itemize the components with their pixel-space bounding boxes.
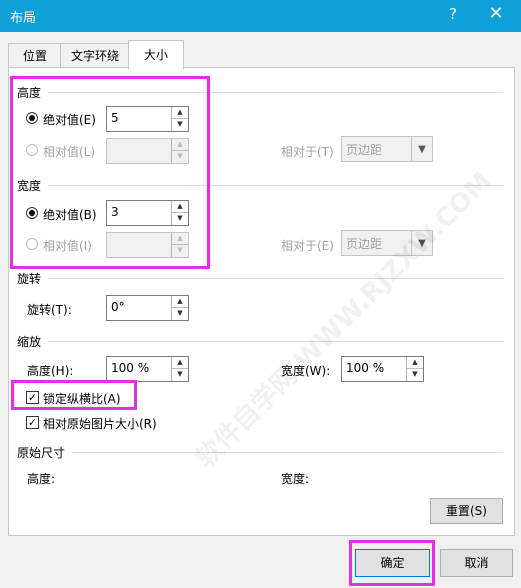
scale-width-value: 100 % xyxy=(346,361,385,375)
height-relative-to-label: 相对于(T) xyxy=(281,145,334,159)
tab-label: 位置 xyxy=(22,49,47,63)
original-height-label: 高度: xyxy=(27,472,56,486)
increment-icon[interactable]: ▲ xyxy=(172,296,188,308)
scale-section-label: 缩放 xyxy=(17,335,42,349)
reset-button[interactable]: 重置(S) xyxy=(430,498,503,524)
scale-height-value: 100 % xyxy=(111,361,150,375)
relative-original-label: 相对原始图片大小(R) xyxy=(43,417,157,431)
original-section-label: 原始尺寸 xyxy=(17,446,66,460)
decrement-icon[interactable]: ▼ xyxy=(172,308,188,320)
tab-text-wrapping[interactable]: 文字环绕 xyxy=(60,43,130,68)
title-bar: 布局 ? ✕ xyxy=(0,0,521,32)
scale-width-stepper[interactable]: 100 % ▲ ▼ xyxy=(341,356,424,382)
stepper-buttons: ▲ ▼ xyxy=(171,296,188,320)
select-value: 页边距 xyxy=(346,143,383,157)
stepper-buttons: ▲ ▼ xyxy=(171,357,188,381)
height-relative-to-select[interactable]: 页边距 ▼ xyxy=(341,136,433,162)
rotation-value: 0° xyxy=(111,300,125,314)
decrement-icon[interactable]: ▼ xyxy=(407,369,423,381)
rotation-section-label: 旋转 xyxy=(17,272,42,286)
tab-label: 文字环绕 xyxy=(70,49,119,63)
chevron-down-icon: ▼ xyxy=(411,137,432,161)
original-width-label: 宽度: xyxy=(281,472,310,486)
highlight-box xyxy=(349,540,435,586)
tab-size[interactable]: 大小 xyxy=(128,40,184,69)
increment-icon[interactable]: ▲ xyxy=(172,357,188,369)
help-button[interactable]: ? xyxy=(446,5,460,23)
scale-height-label: 高度(H): xyxy=(27,364,74,378)
rotation-label: 旋转(T): xyxy=(27,303,72,317)
increment-icon[interactable]: ▲ xyxy=(407,357,423,369)
decrement-icon[interactable]: ▼ xyxy=(172,369,188,381)
highlight-box xyxy=(10,76,210,269)
rotation-stepper[interactable]: 0° ▲ ▼ xyxy=(106,295,189,321)
scale-height-stepper[interactable]: 100 % ▲ ▼ xyxy=(106,356,189,382)
close-icon[interactable]: ✕ xyxy=(487,3,505,24)
window-title: 布局 xyxy=(10,11,37,26)
relative-original-checkbox[interactable]: ✓ xyxy=(26,416,39,429)
divider xyxy=(72,452,503,453)
width-relative-to-label: 相对于(E) xyxy=(281,239,334,253)
stepper-buttons: ▲ ▼ xyxy=(406,357,423,381)
tab-position[interactable]: 位置 xyxy=(8,43,62,68)
select-value: 页边距 xyxy=(346,237,383,251)
cancel-label: 取消 xyxy=(464,556,489,570)
highlight-box xyxy=(11,380,137,410)
tab-label: 大小 xyxy=(143,48,168,62)
divider xyxy=(48,278,503,279)
divider xyxy=(48,341,503,342)
reset-label: 重置(S) xyxy=(446,504,487,518)
cancel-button[interactable]: 取消 xyxy=(440,549,513,577)
